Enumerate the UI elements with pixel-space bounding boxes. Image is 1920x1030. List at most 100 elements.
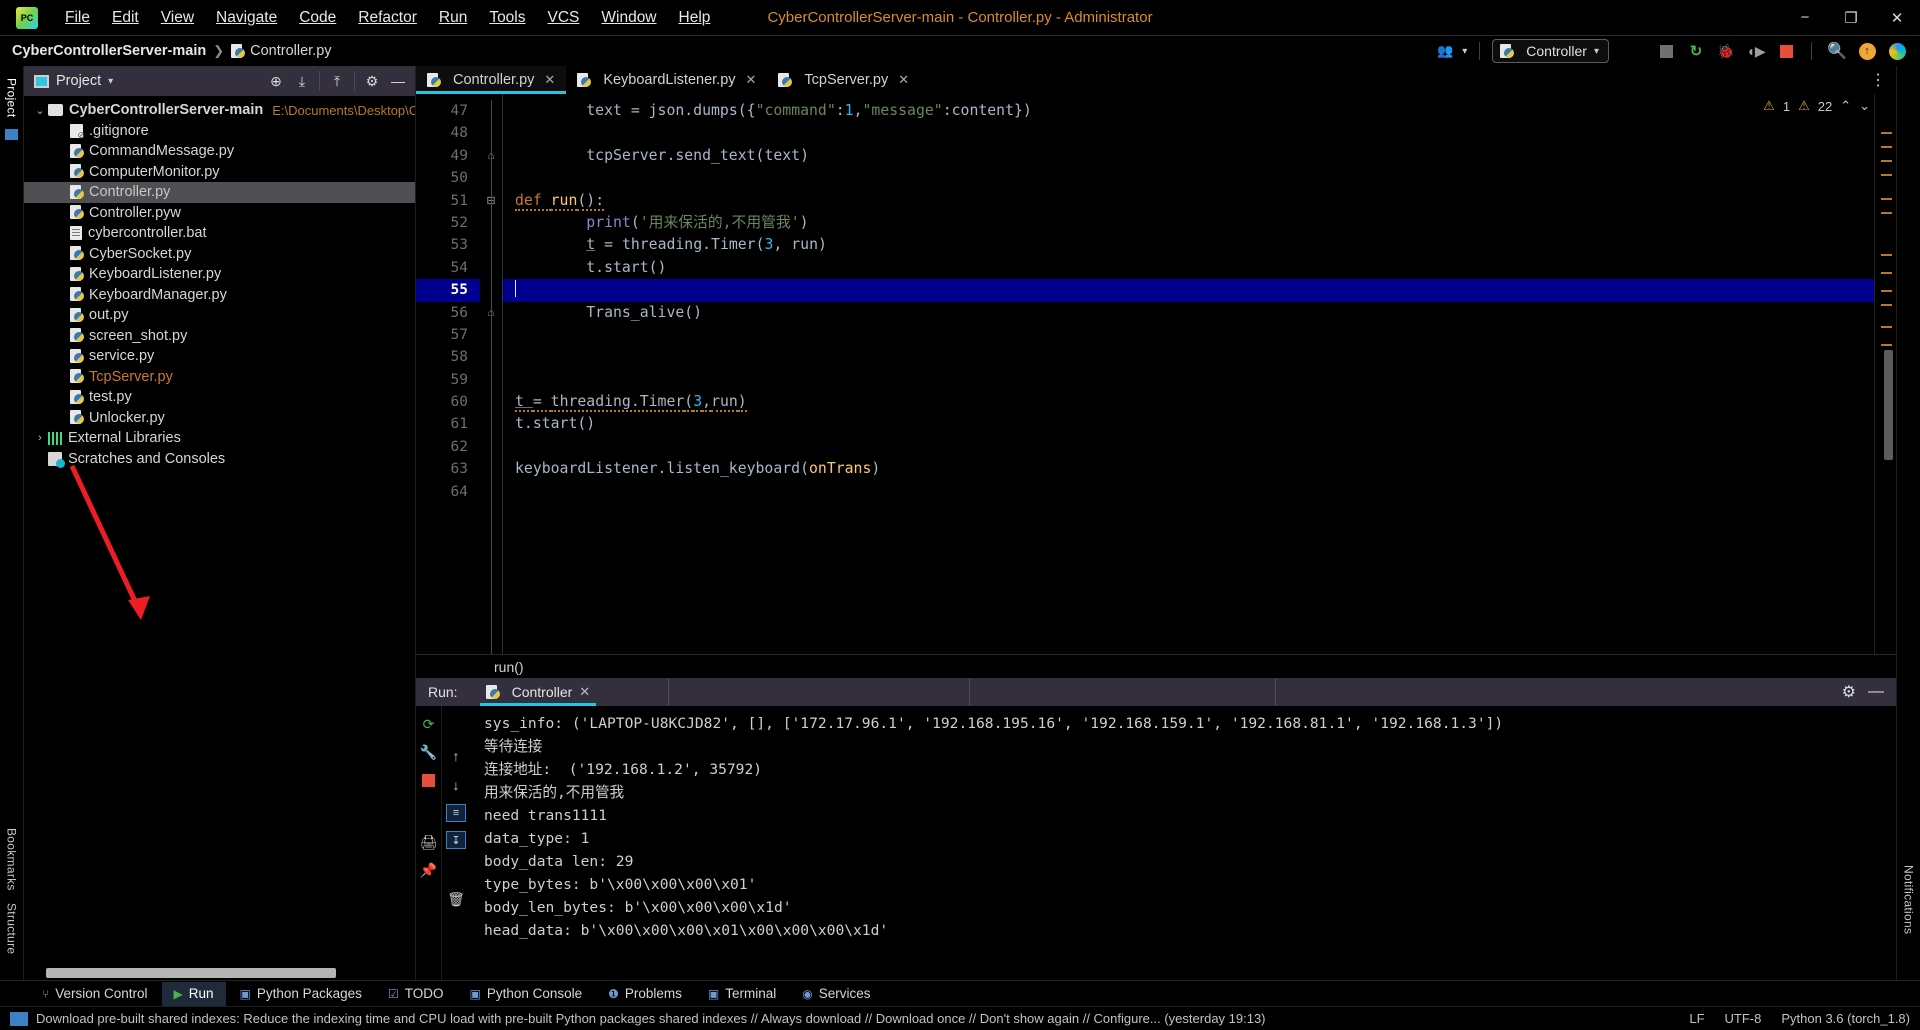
bottom-tab-terminal[interactable]: ▣ Terminal	[696, 982, 788, 1006]
menu-refactor[interactable]: Refactor	[347, 5, 428, 31]
rail-tab-project[interactable]: Project	[3, 72, 21, 123]
tree-row-keyboardmanager[interactable]: KeyboardManager.py	[24, 285, 415, 306]
bottom-tab-version-control[interactable]: ⑂ Version Control	[30, 982, 160, 1006]
settings-gear-icon[interactable]: ⚙	[359, 68, 385, 94]
menu-help[interactable]: Help	[668, 5, 722, 31]
editor-tab-tcpserver-py[interactable]: TcpServer.py ✕	[767, 66, 920, 94]
project-tree-horizontal-scrollbar[interactable]	[46, 968, 336, 978]
code-folding-gutter[interactable]: ⌂ ⊟ ⌂	[480, 94, 502, 654]
ide-feature-icon[interactable]	[1884, 39, 1910, 63]
editor-tab-keyboardlistener-py[interactable]: KeyboardListener.py ✕	[566, 66, 767, 94]
print-icon[interactable]: 🖨	[419, 832, 439, 852]
bottom-tab-run[interactable]: ▶ Run	[161, 981, 226, 1006]
wrench-settings-icon[interactable]: 🔧	[419, 742, 439, 762]
bottom-tab-todo[interactable]: ☑ TODO	[376, 982, 456, 1006]
trash-icon[interactable]: 🗑	[446, 889, 466, 909]
expand-all-icon[interactable]: ⤓	[289, 68, 315, 94]
bottom-tab-python-packages[interactable]: ▣ Python Packages	[228, 982, 374, 1006]
close-icon[interactable]: ✕	[746, 72, 757, 88]
code-editor[interactable]: 47 48 49 50 51 52 53 54 55 56 57 58 59 6…	[416, 94, 1896, 654]
project-panel-title[interactable]: Project ▾	[34, 73, 113, 89]
tree-row-controller-pyw[interactable]: Controller.pyw	[24, 203, 415, 224]
stop-red-icon[interactable]	[1773, 39, 1799, 63]
run-tab-controller[interactable]: Controller ✕	[476, 678, 601, 706]
tree-row-external-libraries[interactable]: › External Libraries	[24, 428, 415, 449]
bottom-tab-python-console[interactable]: ▣ Python Console	[457, 982, 594, 1006]
tree-row-out[interactable]: out.py	[24, 305, 415, 326]
chevron-down-icon[interactable]: ⌄	[32, 104, 48, 117]
tree-row-screen-shot[interactable]: screen_shot.py	[24, 326, 415, 347]
menu-code[interactable]: Code	[288, 5, 347, 31]
user-account-icon[interactable]: 👥	[1432, 40, 1458, 62]
tree-row-scratches[interactable]: Scratches and Consoles	[24, 449, 415, 470]
pin-icon[interactable]: 📌	[419, 860, 439, 880]
rail-tab-notifications[interactable]: Notifications	[1900, 859, 1918, 940]
next-problem-icon[interactable]: ⌄	[1859, 98, 1870, 114]
scroll-to-end-icon[interactable]: ↧	[446, 831, 466, 849]
interpreter-indicator[interactable]: Python 3.6 (torch_1.8)	[1781, 1011, 1910, 1026]
tree-row-cybersocket[interactable]: CyberSocket.py	[24, 244, 415, 265]
account-caret-icon[interactable]: ▾	[1462, 46, 1467, 57]
search-icon[interactable]: 🔍	[1824, 39, 1850, 63]
tree-row-root[interactable]: ⌄ CyberControllerServer-main E:\Document…	[24, 100, 415, 121]
tree-row-gitignore[interactable]: .gitignore	[24, 121, 415, 142]
rail-tab-structure[interactable]: Structure	[3, 897, 21, 960]
update-icon[interactable]: ↑	[1854, 39, 1880, 63]
bottom-tab-problems[interactable]: ❶ Problems	[596, 982, 694, 1006]
tree-row-commandmessage[interactable]: CommandMessage.py	[24, 141, 415, 162]
line-separator-indicator[interactable]: LF	[1689, 1011, 1704, 1026]
close-icon[interactable]: ✕	[544, 72, 555, 88]
breadcrumb-project[interactable]: CyberControllerServer-main	[12, 43, 206, 59]
rail-tab-bookmarks[interactable]: Bookmarks	[3, 822, 21, 897]
collapse-all-icon[interactable]: ⤒	[324, 68, 350, 94]
prev-problem-icon[interactable]: ⌃	[1840, 98, 1851, 114]
menu-file[interactable]: File	[54, 5, 101, 31]
tree-row-tcpserver[interactable]: TcpServer.py	[24, 367, 415, 388]
settings-gear-icon[interactable]: ⚙	[1842, 682, 1856, 702]
minimize-button[interactable]: −	[1782, 1, 1828, 35]
maximize-button[interactable]: ❐	[1828, 1, 1874, 35]
editor-vertical-scrollbar-thumb[interactable]	[1884, 350, 1893, 460]
menu-run[interactable]: Run	[428, 5, 478, 31]
menu-edit[interactable]: Edit	[101, 5, 150, 31]
code-content[interactable]: text = json.dumps({"command":1,"message"…	[502, 94, 1874, 654]
editor-bottom-breadcrumb[interactable]: run()	[416, 654, 1896, 678]
run-with-coverage-icon[interactable]: ◖▶	[1743, 39, 1769, 63]
hide-panel-icon[interactable]: —	[385, 68, 411, 94]
scroll-up-icon[interactable]: ↑	[446, 746, 466, 766]
editor-tab-options-icon[interactable]: ⋮	[1860, 66, 1896, 94]
close-icon[interactable]: ✕	[898, 72, 909, 88]
tree-row-keyboardlistener[interactable]: KeyboardListener.py	[24, 264, 415, 285]
rerun-icon[interactable]: ⟳	[419, 714, 439, 734]
debug-icon[interactable]: 🐞	[1713, 39, 1739, 63]
stop-icon[interactable]	[419, 770, 439, 790]
chevron-right-icon[interactable]: ›	[32, 432, 48, 444]
menu-navigate[interactable]: Navigate	[205, 5, 288, 31]
menu-view[interactable]: View	[150, 5, 205, 31]
hide-panel-icon[interactable]: —	[1868, 683, 1884, 701]
select-opened-file-icon[interactable]: ⊕	[263, 68, 289, 94]
soft-wrap-icon[interactable]: ≡	[446, 804, 466, 822]
inspection-summary[interactable]: ⚠ 1 ⚠ 22 ⌃ ⌄	[1763, 98, 1870, 114]
tree-row-service[interactable]: service.py	[24, 346, 415, 367]
bottom-tab-services[interactable]: ◉ Services	[790, 982, 882, 1006]
tree-row-computermonitor[interactable]: ComputerMonitor.py	[24, 162, 415, 183]
close-button[interactable]: ✕	[1874, 1, 1920, 35]
close-icon[interactable]: ✕	[579, 684, 590, 700]
tree-row-unlocker[interactable]: Unlocker.py	[24, 408, 415, 429]
encoding-indicator[interactable]: UTF-8	[1725, 1011, 1762, 1026]
inspection-scrollbar[interactable]	[1874, 94, 1896, 654]
run-configuration-selector[interactable]: Controller ▾	[1492, 39, 1609, 63]
editor-tab-controller-py[interactable]: Controller.py ✕	[416, 66, 567, 94]
stop-gray-icon[interactable]	[1653, 39, 1679, 63]
tree-row-controller-py[interactable]: Controller.py	[24, 182, 415, 203]
menu-vcs[interactable]: VCS	[537, 5, 591, 31]
tree-row-test[interactable]: test.py	[24, 387, 415, 408]
menu-tools[interactable]: Tools	[478, 5, 536, 31]
status-message[interactable]: Download pre-built shared indexes: Reduc…	[36, 1011, 1689, 1026]
console-output[interactable]: sys_info: ('LAPTOP-U8KCJD82', [], ['172.…	[470, 706, 1896, 980]
menu-window[interactable]: Window	[590, 5, 667, 31]
breadcrumb-file[interactable]: Controller.py	[231, 43, 332, 59]
run-icon[interactable]: ↻	[1683, 39, 1709, 63]
scroll-down-icon[interactable]: ↓	[446, 775, 466, 795]
